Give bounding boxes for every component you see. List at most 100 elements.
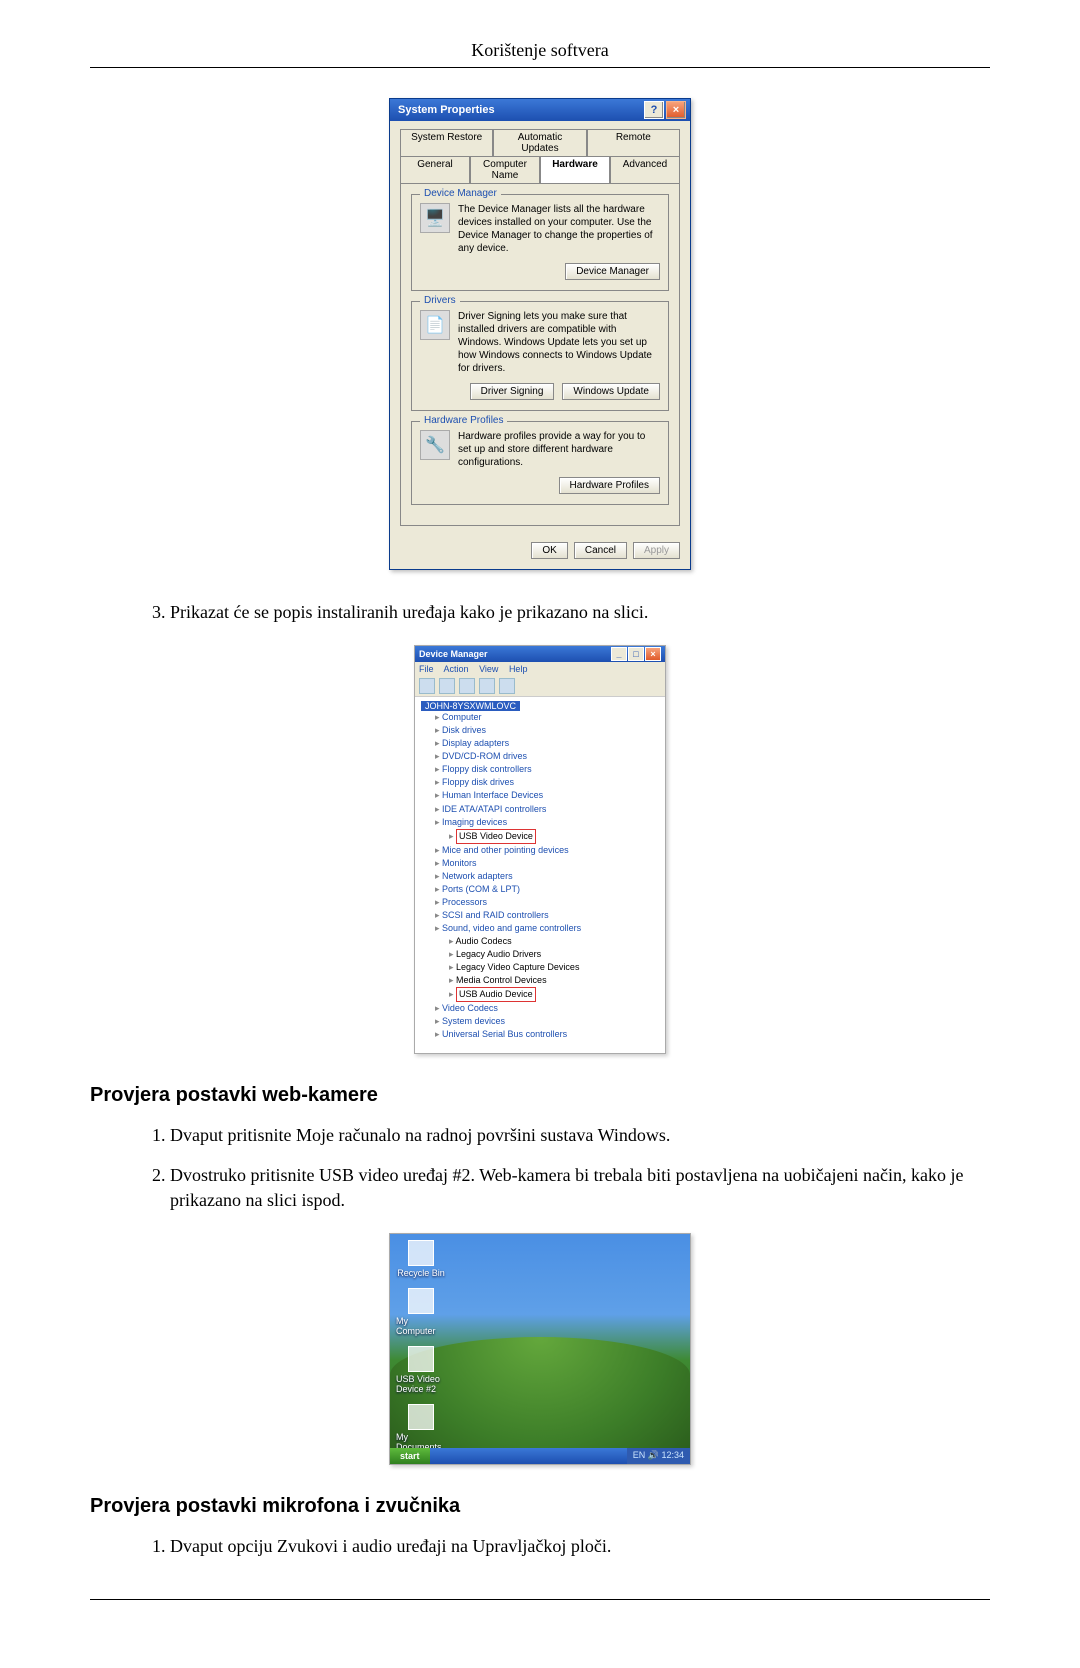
- tree-item-usb-video[interactable]: USB Video Device: [449, 829, 659, 844]
- tree-item[interactable]: Monitors: [435, 857, 659, 870]
- windows-update-button[interactable]: Windows Update: [562, 383, 660, 400]
- devmgr-tree: JOHN-8YSXWMLOVC Computer Disk drives Dis…: [415, 697, 665, 1053]
- tree-item[interactable]: Ports (COM & LPT): [435, 883, 659, 896]
- desktop-icon[interactable]: USB Video Device #2: [396, 1346, 446, 1394]
- tree-item[interactable]: Display adapters: [435, 737, 659, 750]
- tab-remote[interactable]: Remote: [587, 129, 680, 156]
- tree-item[interactable]: Floppy disk controllers: [435, 763, 659, 776]
- group-device-manager: Device Manager 🖥️ The Device Manager lis…: [411, 194, 669, 291]
- icon-label: Recycle Bin: [397, 1268, 445, 1278]
- device-manager-text: The Device Manager lists all the hardwar…: [458, 203, 660, 255]
- tree-item[interactable]: Mice and other pointing devices: [435, 844, 659, 857]
- maximize-icon[interactable]: □: [628, 647, 644, 661]
- desktop-icons: Recycle Bin My Computer USB Video Device…: [396, 1240, 446, 1452]
- drivers-icon: 📄: [420, 310, 450, 340]
- tree-item[interactable]: Computer: [435, 711, 659, 724]
- usb-video-icon: [408, 1346, 434, 1372]
- desktop-icon[interactable]: My Computer: [396, 1288, 446, 1336]
- highlight-usb-video: USB Video Device: [456, 829, 536, 844]
- device-manager-window: Device Manager _ □ × File Action View He…: [414, 645, 666, 1054]
- footer-rule: [90, 1599, 990, 1600]
- group-legend: Hardware Profiles: [420, 415, 507, 426]
- tab-computer-name[interactable]: Computer Name: [470, 156, 540, 183]
- section-heading-audio: Provjera postavki mikrofona i zvučnika: [90, 1495, 990, 1518]
- start-button[interactable]: start: [390, 1448, 430, 1464]
- dialog-titlebar[interactable]: System Properties ? ×: [390, 99, 690, 121]
- devmgr-titlebar[interactable]: Device Manager _ □ ×: [415, 646, 665, 662]
- menu-action[interactable]: Action: [444, 664, 469, 674]
- step-list-audio: Dvaput opciju Zvukovi i audio uređaji na…: [130, 1534, 990, 1559]
- tree-item[interactable]: Floppy disk drives: [435, 776, 659, 789]
- help-button[interactable]: ?: [644, 101, 664, 119]
- step-list-1: Prikazat će se popis instaliranih uređaj…: [130, 600, 990, 625]
- drivers-text: Driver Signing lets you make sure that i…: [458, 310, 660, 375]
- icon-label: USB Video Device #2: [396, 1374, 446, 1394]
- tree-root[interactable]: JOHN-8YSXWMLOVC: [421, 701, 520, 711]
- section-heading-webcam: Provjera postavki web-kamere: [90, 1084, 990, 1107]
- tree-item[interactable]: Media Control Devices: [449, 974, 659, 987]
- tree-item[interactable]: Processors: [435, 896, 659, 909]
- tree-item-usb-audio[interactable]: USB Audio Device: [449, 987, 659, 1002]
- tree-item[interactable]: Imaging devices: [435, 816, 659, 829]
- tree-item[interactable]: Legacy Audio Drivers: [449, 948, 659, 961]
- tree-item[interactable]: Video Codecs: [435, 1002, 659, 1015]
- close-icon[interactable]: ×: [645, 647, 661, 661]
- menu-file[interactable]: File: [419, 664, 434, 674]
- tree-item[interactable]: Sound, video and game controllers: [435, 922, 659, 935]
- dialog-body: System Restore Automatic Updates Remote …: [390, 121, 690, 536]
- tab-hardware[interactable]: Hardware: [540, 156, 610, 183]
- icon-label: My Computer: [396, 1316, 446, 1336]
- step-webcam-1: Dvaput pritisnite Moje računalo na radno…: [170, 1123, 990, 1148]
- menu-help[interactable]: Help: [509, 664, 528, 674]
- tree-item[interactable]: Legacy Video Capture Devices: [449, 961, 659, 974]
- driver-signing-button[interactable]: Driver Signing: [470, 383, 555, 400]
- group-legend: Device Manager: [420, 188, 501, 199]
- tree-item[interactable]: DVD/CD-ROM drives: [435, 750, 659, 763]
- toolbar-icon[interactable]: [499, 678, 515, 694]
- tab-advanced[interactable]: Advanced: [610, 156, 680, 183]
- close-button[interactable]: ×: [666, 101, 686, 119]
- header-rule: [90, 67, 990, 68]
- tab-general[interactable]: General: [400, 156, 470, 183]
- desktop-icon[interactable]: My Documents: [396, 1404, 446, 1452]
- device-manager-button[interactable]: Device Manager: [565, 263, 660, 280]
- hardware-profiles-button[interactable]: Hardware Profiles: [559, 477, 660, 494]
- devmgr-toolbar: [415, 676, 665, 697]
- ok-button[interactable]: OK: [531, 542, 567, 559]
- tree-item[interactable]: Human Interface Devices: [435, 789, 659, 802]
- toolbar-icon[interactable]: [479, 678, 495, 694]
- toolbar-icon[interactable]: [419, 678, 435, 694]
- tab-panel-hardware: Device Manager 🖥️ The Device Manager lis…: [400, 183, 680, 526]
- system-properties-dialog: System Properties ? × System Restore Aut…: [389, 98, 691, 570]
- dialog-footer: OK Cancel Apply: [390, 536, 690, 569]
- step-3: Prikazat će se popis instaliranih uređaj…: [170, 600, 990, 625]
- minimize-icon[interactable]: _: [611, 647, 627, 661]
- step-webcam-2: Dvostruko pritisnite USB video uređaj #2…: [170, 1163, 990, 1213]
- desktop-screenshot: Recycle Bin My Computer USB Video Device…: [389, 1233, 691, 1465]
- tree-item[interactable]: Audio Codecs: [449, 935, 659, 948]
- tree-item[interactable]: Universal Serial Bus controllers: [435, 1028, 659, 1041]
- tree-item[interactable]: System devices: [435, 1015, 659, 1028]
- toolbar-icon[interactable]: [439, 678, 455, 694]
- page-header: Korištenje softvera: [90, 40, 990, 61]
- tree-item[interactable]: Disk drives: [435, 724, 659, 737]
- cancel-button[interactable]: Cancel: [574, 542, 627, 559]
- group-hardware-profiles: Hardware Profiles 🔧 Hardware profiles pr…: [411, 421, 669, 505]
- my-computer-icon: [408, 1288, 434, 1314]
- taskbar: start EN 🔊 12:34: [390, 1448, 690, 1464]
- tabs-row-1: System Restore Automatic Updates Remote: [400, 129, 680, 156]
- tab-automatic-updates[interactable]: Automatic Updates: [493, 129, 586, 156]
- tabs-row-2: General Computer Name Hardware Advanced: [400, 156, 680, 183]
- my-documents-icon: [408, 1404, 434, 1430]
- desktop-icon[interactable]: Recycle Bin: [396, 1240, 446, 1278]
- tab-system-restore[interactable]: System Restore: [400, 129, 493, 156]
- tree-item[interactable]: SCSI and RAID controllers: [435, 909, 659, 922]
- toolbar-icon[interactable]: [459, 678, 475, 694]
- tree-item[interactable]: IDE ATA/ATAPI controllers: [435, 803, 659, 816]
- devmgr-title: Device Manager: [419, 649, 611, 659]
- tree-item[interactable]: Network adapters: [435, 870, 659, 883]
- system-tray[interactable]: EN 🔊 12:34: [627, 1448, 690, 1464]
- apply-button[interactable]: Apply: [633, 542, 680, 559]
- highlight-usb-audio: USB Audio Device: [456, 987, 536, 1002]
- menu-view[interactable]: View: [479, 664, 498, 674]
